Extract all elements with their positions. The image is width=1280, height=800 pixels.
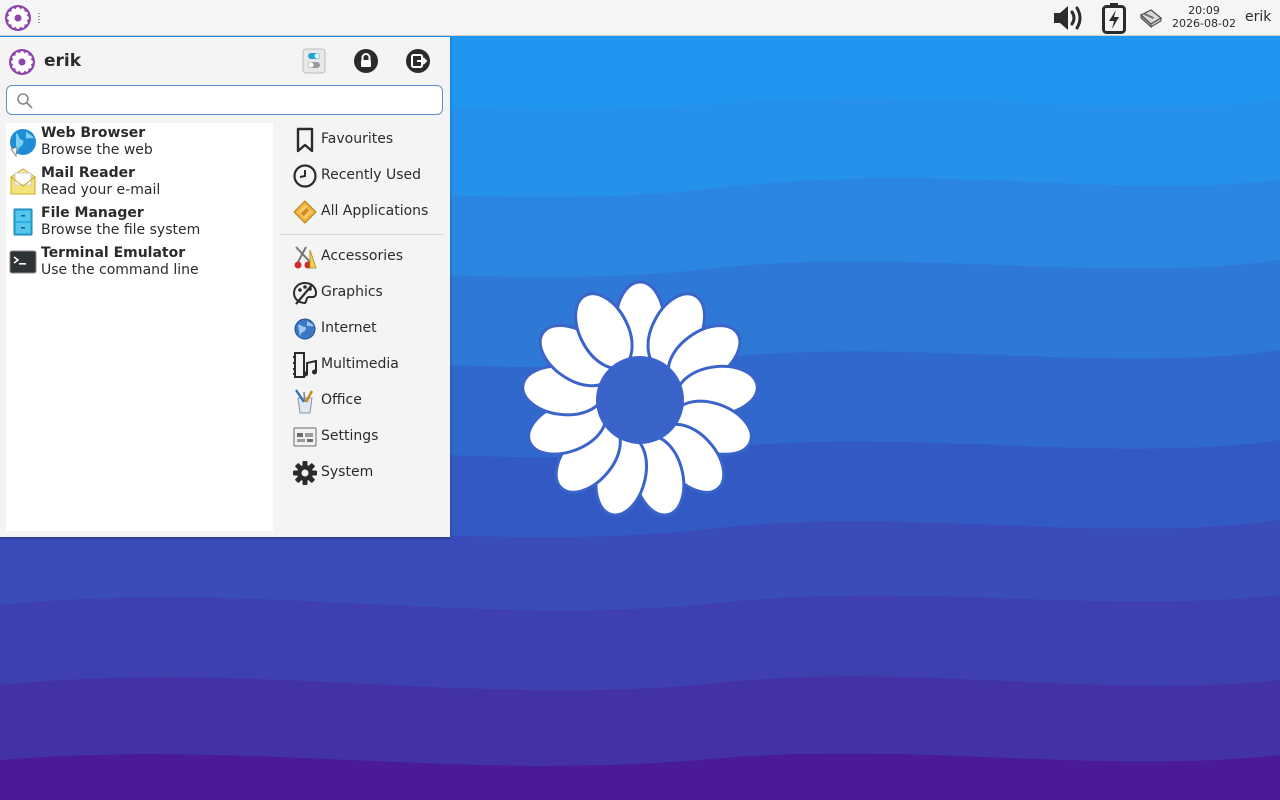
mail-reader-icon <box>10 168 36 195</box>
whisker-menu-icon <box>5 5 31 31</box>
category-label: Recently Used <box>321 167 422 183</box>
category-label: Accessories <box>321 248 404 264</box>
office-icon <box>295 389 314 414</box>
lock-screen-button[interactable] <box>353 48 379 74</box>
category-label: Office <box>321 392 362 408</box>
battery-button[interactable] <box>1100 2 1128 34</box>
app-name: Terminal Emulator <box>41 245 186 261</box>
category-accessories[interactable]: Accessories <box>280 240 444 276</box>
list-item-file-manager[interactable]: File Manager Browse the file system <box>6 203 273 243</box>
menu-username: erik <box>44 51 82 71</box>
category-system[interactable]: System <box>280 456 444 492</box>
category-office[interactable]: Office <box>280 384 444 420</box>
file-manager-icon <box>13 208 33 236</box>
network-icon <box>1139 9 1163 29</box>
lock-screen-icon <box>354 49 378 73</box>
terminal-icon <box>9 250 37 274</box>
search-input[interactable] <box>33 90 433 110</box>
application-menu: erik Web Browser Browse the web Mail Rea… <box>0 37 450 537</box>
category-recently-used[interactable]: Recently Used <box>280 159 444 195</box>
multimedia-icon <box>293 352 317 378</box>
app-description: Read your e-mail <box>41 182 161 198</box>
app-description: Use the command line <box>41 262 199 278</box>
category-label: All Applications <box>321 203 429 219</box>
graphics-icon <box>292 281 318 305</box>
all-applications-icon <box>293 200 317 224</box>
settings-manager-icon <box>302 48 326 74</box>
bookmark-icon <box>296 127 314 153</box>
battery-charging-icon <box>1102 3 1126 34</box>
top-panel: 20:09 2026-08-02 erik <box>0 0 1280 36</box>
category-label: Favourites <box>321 131 394 147</box>
app-description: Browse the file system <box>41 222 201 238</box>
list-item-terminal-emulator[interactable]: Terminal Emulator Use the command line <box>6 243 273 283</box>
volume-button[interactable] <box>1052 3 1086 33</box>
app-description: Browse the web <box>41 142 153 158</box>
category-label: Internet <box>321 320 377 336</box>
list-item-mail-reader[interactable]: Mail Reader Read your e-mail <box>6 163 273 203</box>
category-label: Graphics <box>321 284 383 300</box>
category-all-applications[interactable]: All Applications <box>280 195 444 231</box>
category-label: Multimedia <box>321 356 399 372</box>
user-avatar-icon <box>9 49 35 75</box>
app-name: Mail Reader <box>41 165 135 181</box>
accessories-icon <box>294 246 317 269</box>
logout-button[interactable] <box>405 48 431 74</box>
settings-icon <box>293 427 317 447</box>
clock[interactable]: 20:09 2026-08-02 <box>1168 4 1240 30</box>
category-list: Favourites Recently Used All Application… <box>280 123 444 531</box>
panel-drag-handle[interactable] <box>37 12 41 24</box>
category-label: System <box>321 464 374 480</box>
search-icon <box>17 93 33 109</box>
app-name: File Manager <box>41 205 144 221</box>
whisker-menu-button[interactable] <box>4 4 32 32</box>
clock-time: 20:09 <box>1188 4 1220 17</box>
clock-icon <box>293 164 317 188</box>
clock-date: 2026-08-02 <box>1172 17 1236 30</box>
network-button[interactable] <box>1138 6 1164 30</box>
web-browser-icon <box>10 129 36 157</box>
volume-icon <box>1054 6 1082 30</box>
category-separator <box>280 234 444 235</box>
list-item-web-browser[interactable]: Web Browser Browse the web <box>6 123 273 163</box>
app-name: Web Browser <box>41 125 146 141</box>
category-settings[interactable]: Settings <box>280 420 444 456</box>
internet-icon <box>294 318 316 340</box>
search-box[interactable] <box>6 85 443 115</box>
logout-icon <box>406 49 430 73</box>
category-graphics[interactable]: Graphics <box>280 276 444 312</box>
category-internet[interactable]: Internet <box>280 312 444 348</box>
system-gear-icon <box>293 461 317 485</box>
category-label: Settings <box>321 428 379 444</box>
category-multimedia[interactable]: Multimedia <box>280 348 444 384</box>
category-favourites[interactable]: Favourites <box>280 123 444 159</box>
settings-manager-button[interactable] <box>301 48 327 74</box>
favourites-list: Web Browser Browse the web Mail Reader R… <box>6 123 273 531</box>
panel-user-button[interactable]: erik <box>1245 9 1271 25</box>
avatar <box>8 48 36 76</box>
